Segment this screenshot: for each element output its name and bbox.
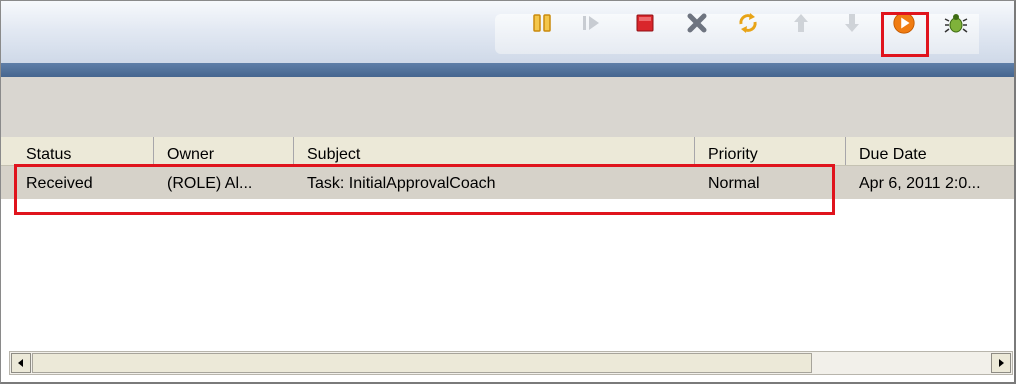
move-up-button[interactable]: [789, 11, 813, 35]
close-icon: [687, 13, 707, 33]
refresh-button[interactable]: [736, 11, 760, 35]
column-header-priority[interactable]: Priority: [695, 137, 846, 165]
move-down-button[interactable]: [840, 11, 864, 35]
horizontal-scrollbar[interactable]: [9, 351, 1013, 375]
column-header-status[interactable]: Status: [13, 137, 154, 165]
arrow-down-icon: [845, 14, 859, 32]
run-button-highlight: [881, 12, 929, 57]
step-icon: [583, 16, 599, 30]
column-header-subject[interactable]: Subject: [294, 137, 695, 165]
scrollbar-thumb[interactable]: [32, 353, 812, 373]
bug-icon: [944, 14, 968, 33]
step-button[interactable]: [579, 11, 603, 35]
column-header-due-date[interactable]: Due Date: [846, 137, 1014, 165]
table-header: Status Owner Subject Priority Due Date: [1, 137, 1014, 166]
cancel-button[interactable]: [685, 11, 709, 35]
toolbar: [1, 1, 1014, 63]
column-header-owner[interactable]: Owner: [154, 137, 294, 165]
row-highlight: [14, 164, 835, 215]
task-list-panel: Status Owner Subject Priority Due Date R…: [0, 0, 1016, 384]
scroll-left-button[interactable]: [11, 353, 31, 373]
stop-icon: [636, 14, 654, 32]
cell-due-date: Apr 6, 2011 2:0...: [859, 175, 981, 192]
panel-background: [1, 77, 1014, 137]
stop-button[interactable]: [633, 11, 657, 35]
scroll-right-button[interactable]: [991, 353, 1011, 373]
debug-button[interactable]: [944, 11, 968, 35]
arrow-up-icon: [794, 14, 808, 32]
chevron-right-icon: [999, 359, 1004, 367]
chevron-left-icon: [18, 359, 23, 367]
refresh-icon: [739, 13, 757, 33]
pause-icon: [533, 14, 551, 32]
pause-button[interactable]: [530, 11, 554, 35]
section-divider: [1, 63, 1014, 77]
